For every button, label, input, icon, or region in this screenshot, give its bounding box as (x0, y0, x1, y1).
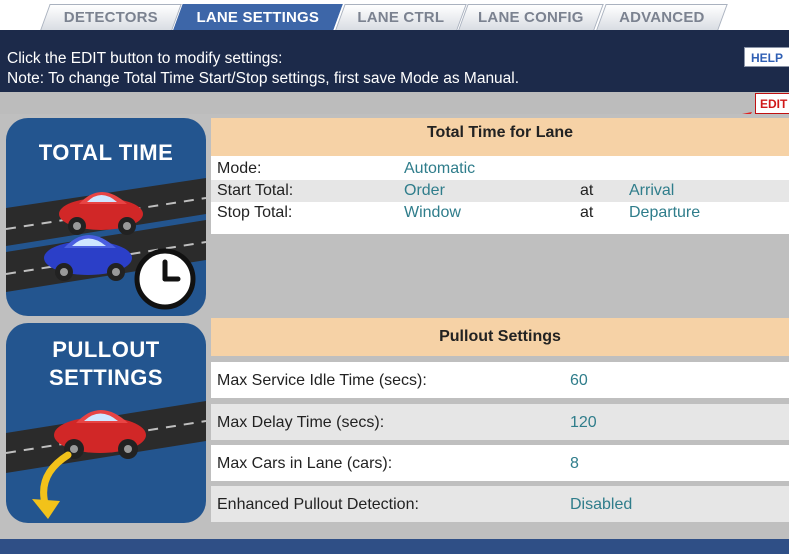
stop-total-label: Stop Total: (217, 204, 293, 221)
tab-advanced-label: ADVANCED (619, 9, 705, 26)
tab-lane-config-label: LANE CONFIG (478, 9, 584, 26)
settings-row: Start Total: Order at Arrival (211, 180, 789, 202)
stop-total-value: Window (404, 204, 461, 221)
settings-row: Max Service Idle Time (secs): 60 (211, 362, 789, 398)
max-cars-label: Max Cars in Lane (cars): (217, 455, 393, 472)
help-button[interactable]: HELP (744, 47, 789, 67)
total-time-section: Total Time for Lane Mode: Automatic Star… (211, 118, 789, 316)
tab-lane-ctrl-label: LANE CTRL (357, 9, 445, 26)
tab-lane-ctrl[interactable]: LANE CTRL (335, 4, 467, 30)
edit-button[interactable]: EDIT (755, 93, 789, 114)
settings-row: Mode: Automatic (211, 158, 789, 180)
mode-label: Mode: (217, 160, 262, 177)
settings-row: Enhanced Pullout Detection: Disabled (211, 486, 789, 522)
instructions-header: Click the EDIT button to modify settings… (0, 30, 789, 92)
tab-lane-config[interactable]: LANE CONFIG (458, 4, 604, 30)
start-total-label: Start Total: (217, 182, 294, 199)
start-total-event: Arrival (629, 182, 675, 199)
start-total-value: Order (404, 182, 445, 199)
tab-bar: DETECTORS LANE SETTINGS LANE CTRL LANE C… (0, 0, 789, 30)
pullout-icon-panel: PULLOUT SETTINGS (6, 323, 206, 523)
note-text: Note: To change Total Time Start/Stop se… (7, 70, 520, 87)
toolbar-strip (0, 92, 789, 114)
settings-row: Max Delay Time (secs): 120 (211, 404, 789, 440)
pullout-icon-title-1: PULLOUT (52, 337, 160, 362)
max-service-idle-label: Max Service Idle Time (secs): (217, 372, 427, 389)
bottom-bar (0, 539, 789, 554)
tab-detectors[interactable]: DETECTORS (40, 4, 182, 30)
tab-advanced[interactable]: ADVANCED (596, 4, 728, 30)
max-delay-value: 120 (570, 414, 597, 431)
total-time-icon-title: TOTAL TIME (38, 140, 174, 165)
settings-row: Max Cars in Lane (cars): 8 (211, 445, 789, 481)
max-delay-label: Max Delay Time (secs): (217, 414, 385, 431)
pullout-icon-title-2: SETTINGS (48, 365, 163, 390)
tab-lane-settings-label: LANE SETTINGS (196, 9, 320, 26)
clock-icon (134, 248, 196, 310)
stop-total-event: Departure (629, 204, 701, 221)
mode-value: Automatic (404, 160, 476, 177)
total-time-icon-panel: TOTAL TIME (6, 118, 206, 316)
settings-row: Stop Total: Window at Departure (211, 202, 789, 224)
tab-detectors-label: DETECTORS (63, 9, 158, 26)
instruction-text: Click the EDIT button to modify settings… (7, 50, 283, 67)
pullout-heading: Pullout Settings (211, 318, 789, 356)
start-total-at: at (580, 182, 594, 199)
pullout-section: Pullout Settings Max Service Idle Time (… (211, 318, 789, 538)
stop-total-at: at (580, 204, 594, 221)
max-service-idle-value: 60 (570, 372, 588, 389)
enhanced-pullout-label: Enhanced Pullout Detection: (217, 496, 419, 513)
tab-lane-settings[interactable]: LANE SETTINGS (173, 4, 343, 30)
max-cars-value: 8 (570, 455, 579, 472)
total-time-heading: Total Time for Lane (211, 118, 789, 156)
pullout-car-icon (6, 401, 206, 519)
enhanced-pullout-value: Disabled (570, 496, 633, 513)
